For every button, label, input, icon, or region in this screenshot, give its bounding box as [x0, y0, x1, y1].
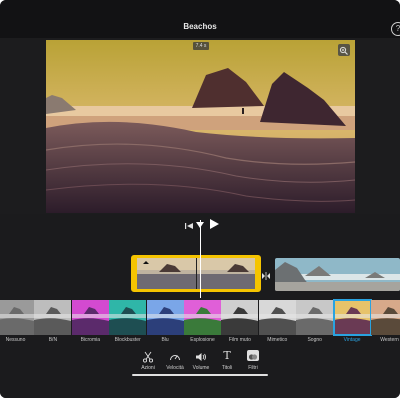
- filter-thumbnail: [221, 300, 259, 335]
- playhead-line[interactable]: [200, 220, 201, 300]
- filter-western[interactable]: Western: [371, 300, 400, 346]
- filter-label: Western: [380, 337, 399, 343]
- project-title: Beachos: [183, 22, 217, 31]
- filter-thumbnail: [184, 300, 221, 335]
- filter-thumbnail: [0, 300, 34, 335]
- timecode-badge: 7.4 s: [193, 42, 209, 50]
- filter-mimetico[interactable]: Mimetico: [258, 300, 296, 346]
- transition-icon[interactable]: [262, 268, 270, 280]
- zoom-icon[interactable]: [338, 44, 350, 56]
- help-button[interactable]: ?: [391, 22, 400, 36]
- play-icon[interactable]: [208, 217, 220, 229]
- filter-thumbnail: [258, 300, 296, 335]
- filters-tool[interactable]: Filtri: [238, 350, 268, 372]
- home-indicator: [132, 374, 268, 376]
- filter-thumbnail: [34, 300, 72, 335]
- scissors-icon: [133, 350, 163, 363]
- actions-tool[interactable]: Azioni: [133, 350, 163, 372]
- filter-bicromia[interactable]: Bicromia: [71, 300, 109, 346]
- filter-nessuno[interactable]: Nessuno: [0, 300, 34, 346]
- filter-film-muto[interactable]: Film muto: [221, 300, 259, 346]
- actions-label: Azioni: [141, 365, 155, 371]
- filter-vintage[interactable]: Vintage: [332, 299, 372, 346]
- filter-thumbnail: [332, 299, 372, 336]
- filter-thumbnail: [146, 300, 184, 335]
- filter-icon: [238, 350, 268, 362]
- filter-blu[interactable]: Blu: [146, 300, 184, 346]
- next-clip[interactable]: [275, 258, 400, 291]
- video-preview[interactable]: [46, 40, 355, 213]
- filter-blockbuster[interactable]: Blockbuster: [109, 300, 147, 346]
- filter-thumbnail: [109, 300, 147, 335]
- filter-thumbnail: [371, 300, 400, 335]
- filter-sogno[interactable]: Sogno: [296, 300, 334, 346]
- filters-label: Filtri: [248, 365, 258, 371]
- filter-esplosione[interactable]: Esplosione: [184, 300, 221, 346]
- selected-clip[interactable]: [131, 255, 261, 292]
- filter-b-n[interactable]: B/N: [34, 300, 72, 346]
- skip-to-start-icon[interactable]: [184, 218, 194, 229]
- filter-thumbnail: [296, 300, 334, 335]
- app-window: Beachos ? 7.4 s Nessuno B/N Bicromia Blo…: [0, 0, 400, 398]
- filter-thumbnail: [71, 300, 109, 335]
- top-bar: [0, 0, 400, 38]
